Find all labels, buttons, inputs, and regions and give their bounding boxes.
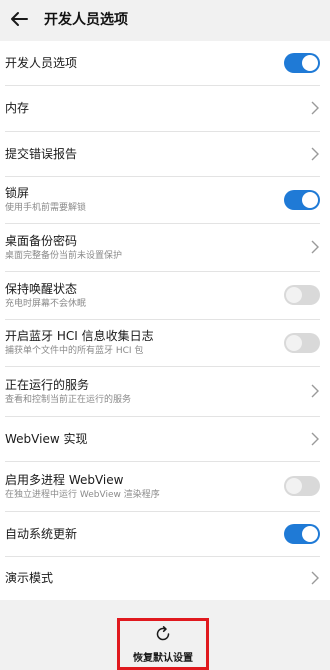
setting-subtitle: 桌面完整备份当前未设置保护: [5, 250, 123, 261]
page-title: 开发人员选项: [44, 12, 128, 28]
chevron-right-icon: [310, 432, 320, 446]
setting-title: 正在运行的服务: [5, 377, 90, 392]
setting-title: 开发人员选项: [5, 56, 78, 70]
setting-title: 提交错误报告: [5, 146, 78, 161]
setting-stay-awake[interactable]: 保持唤醒状态 充电时屏幕不会休眠: [0, 271, 330, 319]
chevron-right-icon: [310, 240, 320, 254]
bluetooth-hci-log-toggle[interactable]: [284, 332, 320, 353]
stay-awake-toggle[interactable]: [284, 285, 320, 305]
setting-title: 锁屏: [5, 186, 30, 200]
highlight-box: [117, 618, 209, 670]
setting-desktop-backup-password[interactable]: 桌面备份密码 桌面完整备份当前未设置保护: [0, 223, 330, 271]
setting-title: WebView 实现: [5, 431, 88, 446]
setting-multiprocess-webview[interactable]: 启用多进程 WebView 在独立进程中运行 WebView 渲染程序: [0, 461, 330, 511]
auto-system-update-toggle[interactable]: [284, 523, 320, 544]
chevron-right-icon: [310, 571, 320, 585]
developer-options-toggle[interactable]: [284, 53, 320, 73]
setting-title: 自动系统更新: [5, 526, 78, 541]
setting-webview-implementation[interactable]: WebView 实现: [0, 416, 330, 461]
setting-title: 内存: [5, 101, 30, 115]
setting-demo-mode[interactable]: 演示模式: [0, 556, 330, 600]
setting-subtitle: 捕获单个文件中的所有蓝牙 HCI 包: [5, 346, 144, 356]
back-arrow-icon[interactable]: [8, 8, 30, 30]
setting-running-services[interactable]: 正在运行的服务 查看和控制当前正在运行的服务: [0, 366, 330, 416]
chevron-right-icon: [310, 101, 320, 115]
setting-subtitle: 使用手机前需要解锁: [5, 203, 87, 213]
app-bar: 开发人员选项: [0, 0, 330, 38]
settings-list: 开发人员选项 内存 提交错误报告 锁屏 使用手机前需要解锁 桌面备份密码 桌面完…: [0, 41, 330, 600]
setting-subtitle: 查看和控制当前正在运行的服务: [5, 394, 132, 405]
setting-title: 桌面备份密码: [5, 233, 78, 248]
multiprocess-webview-toggle[interactable]: [284, 476, 320, 496]
setting-title: 启用多进程 WebView: [5, 472, 124, 487]
setting-developer-options[interactable]: 开发人员选项: [0, 41, 330, 85]
lock-screen-toggle[interactable]: [284, 189, 320, 210]
setting-lock-screen[interactable]: 锁屏 使用手机前需要解锁: [0, 176, 330, 223]
chevron-right-icon: [310, 147, 320, 161]
setting-bug-report[interactable]: 提交错误报告: [0, 131, 330, 176]
setting-subtitle: 充电时屏幕不会休眠: [5, 298, 87, 309]
setting-bluetooth-hci-log[interactable]: 开启蓝牙 HCI 信息收集日志 捕获单个文件中的所有蓝牙 HCI 包: [0, 319, 330, 366]
setting-subtitle: 在独立进程中运行 WebView 渲染程序: [5, 489, 160, 500]
setting-title: 演示模式: [5, 571, 54, 585]
setting-title: 开启蓝牙 HCI 信息收集日志: [5, 329, 154, 343]
chevron-right-icon: [310, 384, 320, 398]
setting-memory[interactable]: 内存: [0, 85, 330, 131]
setting-title: 保持唤醒状态: [5, 281, 78, 296]
setting-auto-system-update[interactable]: 自动系统更新: [0, 511, 330, 556]
